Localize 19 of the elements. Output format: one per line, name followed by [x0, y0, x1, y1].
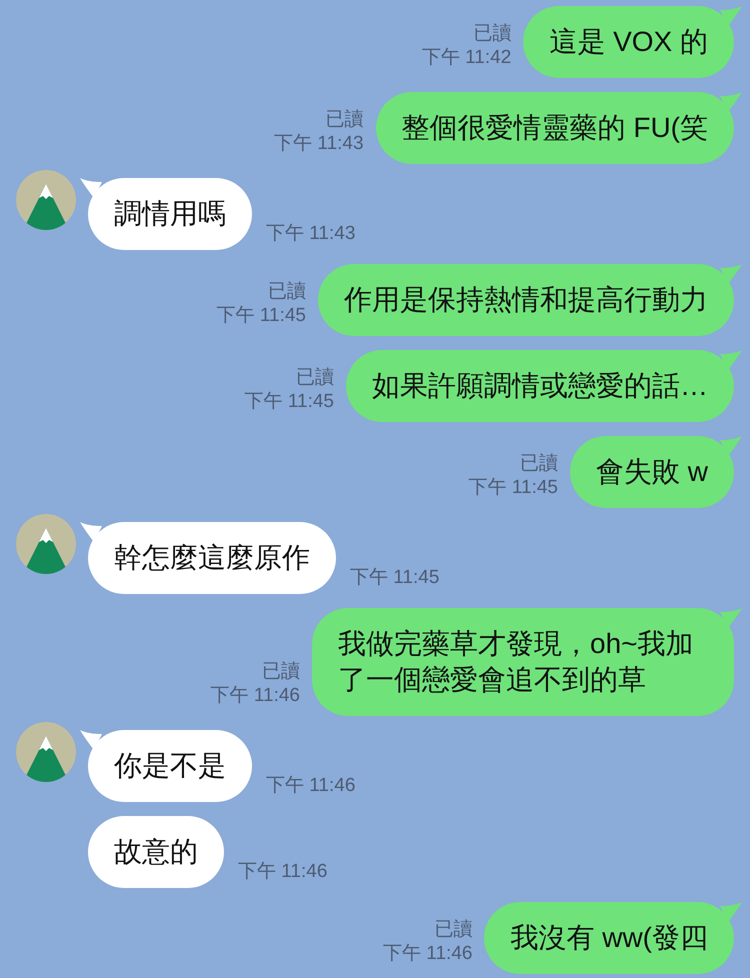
read-receipt: 已讀 [473, 22, 512, 46]
message-time: 下午 11:43 [274, 132, 364, 156]
read-receipt: 已讀 [262, 660, 300, 684]
read-receipt: 已讀 [520, 452, 558, 476]
message-time: 下午 11:46 [210, 684, 300, 708]
message-bubble: 故意的 [88, 816, 224, 888]
read-receipt: 已讀 [434, 918, 472, 942]
message-time: 下午 11:45 [350, 566, 440, 590]
message-time: 下午 11:43 [266, 222, 356, 246]
message-time: 下午 11:45 [244, 390, 334, 414]
read-receipt: 已讀 [296, 366, 334, 390]
message-time: 下午 11:46 [383, 942, 472, 966]
message-time: 下午 11:46 [238, 860, 328, 884]
read-receipt: 已讀 [268, 280, 306, 304]
message-time: 下午 11:45 [468, 476, 558, 500]
message-time: 下午 11:45 [216, 304, 306, 328]
message-time: 下午 11:46 [266, 774, 356, 798]
message-time: 下午 11:42 [422, 46, 512, 70]
read-receipt: 已讀 [326, 108, 364, 132]
